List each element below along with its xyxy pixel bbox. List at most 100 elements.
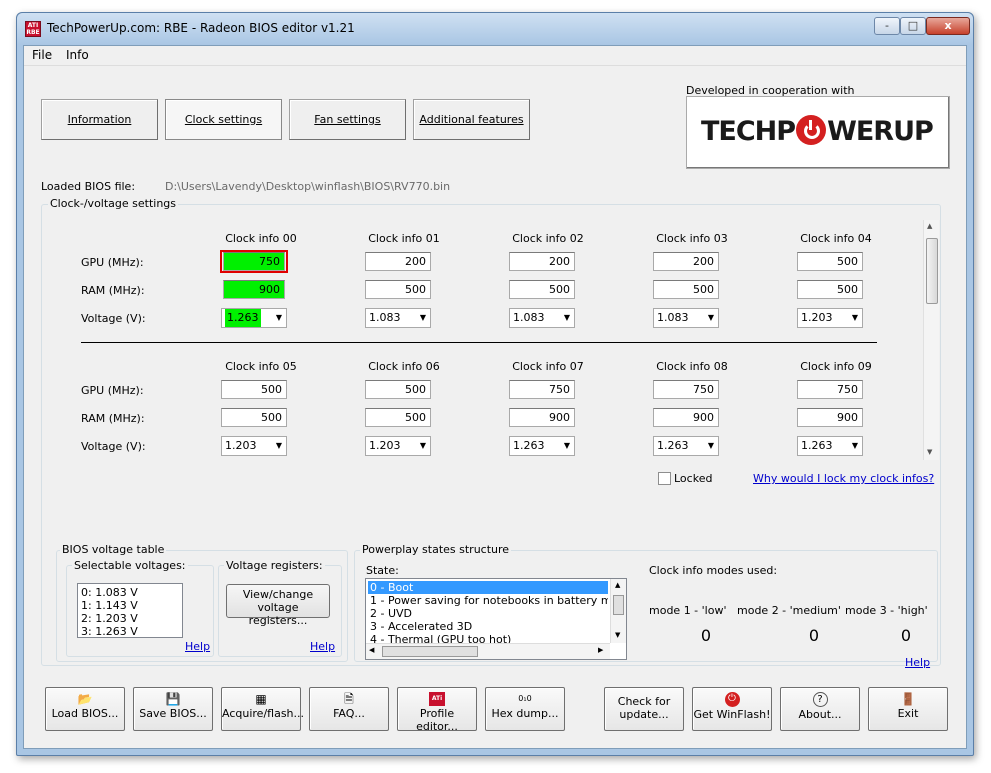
faq-button[interactable]: 🗎 FAQ...	[309, 687, 389, 731]
lock-help-link[interactable]: Why would I lock my clock infos?	[753, 472, 934, 485]
menu-file[interactable]: File	[32, 48, 52, 62]
view-change-voltage-registers-button[interactable]: View/change voltage registers...	[226, 584, 330, 627]
clock-info-01-gpu-input[interactable]: 200	[365, 252, 431, 271]
clock-info-03-gpu-input[interactable]: 200	[653, 252, 719, 271]
power-icon	[796, 115, 827, 145]
mode-1-value: 0	[700, 626, 712, 645]
clock-info-07-ram-input[interactable]: 900	[509, 408, 575, 427]
clock-info-02-voltage-select[interactable]: 1.083 ▼	[509, 308, 575, 328]
clock-info-06-voltage-select[interactable]: 1.203 ▼	[365, 436, 431, 456]
clock-info-08-voltage-select[interactable]: 1.263 ▼	[653, 436, 719, 456]
maximize-icon: □	[907, 19, 919, 32]
clock-info-01-voltage-select[interactable]: 1.083 ▼	[365, 308, 431, 328]
clock-infos-scrollbar[interactable]: ▲ ▼	[923, 220, 939, 460]
minimize-icon: -	[885, 19, 889, 32]
clock-info-07-voltage-select[interactable]: 1.263 ▼	[509, 436, 575, 456]
list-item[interactable]: 2 - UVD	[368, 607, 608, 620]
clock-info-09-header: Clock info 09	[800, 360, 872, 373]
clock-info-06-header: Clock info 06	[368, 360, 440, 373]
tab-clock-settings[interactable]: Clock settings	[165, 99, 282, 140]
exit-button[interactable]: 🚪 Exit	[868, 687, 948, 731]
bios-file-label: Loaded BIOS file:	[41, 180, 136, 193]
list-item[interactable]: 1 - Power saving for notebooks in batter…	[368, 594, 608, 607]
scroll-right-icon[interactable]: ▶	[598, 646, 603, 654]
clock-info-09-voltage-select[interactable]: 1.263 ▼	[797, 436, 863, 456]
voltage-label-row2: Voltage (V):	[81, 440, 146, 453]
gpu-label-row2: GPU (MHz):	[81, 384, 144, 397]
powerplay-states-list[interactable]: 0 - Boot 1 - Power saving for notebooks …	[365, 578, 627, 660]
load-bios-button[interactable]: 📂 Load BIOS...	[45, 687, 125, 731]
scroll-down-icon[interactable]: ▼	[615, 631, 620, 639]
dropdown-arrow-icon: ▼	[419, 441, 426, 450]
powerplay-help-link[interactable]: Help	[905, 656, 930, 669]
acquire-flash-button[interactable]: ▦ Acquire/flash...	[221, 687, 304, 731]
clock-info-04-voltage-select[interactable]: 1.203 ▼	[797, 308, 863, 328]
check-for-update-button[interactable]: Check for update...	[604, 687, 684, 731]
clock-info-06-ram-input[interactable]: 500	[365, 408, 431, 427]
list-item[interactable]: 3: 1.263 V	[81, 625, 179, 638]
clock-info-07-gpu-input[interactable]: 750	[509, 380, 575, 399]
voltage-registers-help-link[interactable]: Help	[310, 640, 335, 653]
dropdown-arrow-icon: ▼	[419, 313, 426, 322]
dropdown-arrow-icon: ▼	[851, 313, 858, 322]
tab-fan-settings[interactable]: Fan settings	[289, 99, 406, 140]
clock-info-03-voltage-select[interactable]: 1.083 ▼	[653, 308, 719, 328]
clock-info-09-gpu-input[interactable]: 750	[797, 380, 863, 399]
floppy-disk-icon: 💾	[165, 692, 181, 706]
scroll-down-icon[interactable]: ▼	[927, 448, 932, 456]
list-item-selected[interactable]: 0 - Boot	[368, 581, 608, 594]
get-winflash-button[interactable]: ⏻ Get WinFlash!	[692, 687, 772, 731]
clock-info-09-ram-input[interactable]: 900	[797, 408, 863, 427]
scrollbar-thumb[interactable]	[926, 238, 938, 304]
scrollbar-thumb[interactable]	[613, 595, 624, 615]
menu-info[interactable]: Info	[66, 48, 89, 62]
clock-info-03-ram-input[interactable]: 500	[653, 280, 719, 299]
about-button[interactable]: ? About...	[780, 687, 860, 731]
tab-additional-features[interactable]: Additional features	[413, 99, 530, 140]
dropdown-arrow-icon: ▼	[563, 313, 570, 322]
clock-info-04-ram-input[interactable]: 500	[797, 280, 863, 299]
clock-info-00-voltage-select[interactable]: 1.263 ▼	[221, 308, 287, 328]
dropdown-arrow-icon: ▼	[275, 313, 282, 322]
clock-info-02-header: Clock info 02	[512, 232, 584, 245]
list-item[interactable]: 1: 1.143 V	[81, 599, 179, 612]
states-vertical-scrollbar[interactable]: ▲ ▼	[610, 579, 626, 643]
voltage-label-row1: Voltage (V):	[81, 312, 146, 325]
scroll-up-icon[interactable]: ▲	[927, 222, 932, 230]
tab-information[interactable]: Information	[41, 99, 158, 140]
clock-info-06-gpu-input[interactable]: 500	[365, 380, 431, 399]
clock-info-08-ram-input[interactable]: 900	[653, 408, 719, 427]
hex-dump-button[interactable]: 0₁0 Hex dump...	[485, 687, 565, 731]
clock-info-05-ram-input[interactable]: 500	[221, 408, 287, 427]
list-item[interactable]: 0: 1.083 V	[81, 586, 179, 599]
dropdown-arrow-icon: ▼	[563, 441, 570, 450]
scroll-up-icon[interactable]: ▲	[615, 581, 620, 589]
clock-info-05-voltage-select[interactable]: 1.203 ▼	[221, 436, 287, 456]
clock-info-00-gpu-input[interactable]: 750	[223, 252, 285, 271]
profile-editor-button[interactable]: ATi Profile editor...	[397, 687, 477, 733]
clock-info-05-gpu-input[interactable]: 500	[221, 380, 287, 399]
locked-checkbox[interactable]	[658, 472, 671, 485]
list-item[interactable]: 2: 1.203 V	[81, 612, 179, 625]
scroll-left-icon[interactable]: ◀	[369, 646, 374, 654]
minimize-button[interactable]: -	[874, 17, 900, 35]
clock-info-02-ram-input[interactable]: 500	[509, 280, 575, 299]
save-bios-button[interactable]: 💾 Save BIOS...	[133, 687, 213, 731]
selectable-voltages-help-link[interactable]: Help	[185, 640, 210, 653]
clock-info-00-ram-input[interactable]: 900	[223, 280, 285, 299]
clock-info-05-header: Clock info 05	[225, 360, 297, 373]
chip-icon: ▦	[255, 692, 267, 706]
clock-info-02-gpu-input[interactable]: 200	[509, 252, 575, 271]
selectable-voltages-list[interactable]: 0: 1.083 V 1: 1.143 V 2: 1.203 V 3: 1.26…	[77, 583, 183, 638]
title-bar[interactable]: ATI RBE TechPowerUp.com: RBE - Radeon BIO…	[17, 13, 973, 45]
selectable-voltages-title: Selectable voltages:	[72, 559, 188, 572]
clock-info-08-gpu-input[interactable]: 750	[653, 380, 719, 399]
close-button[interactable]: x	[926, 17, 970, 35]
maximize-button[interactable]: □	[900, 17, 926, 35]
states-horizontal-scrollbar[interactable]: ◀ ▶	[366, 643, 610, 659]
list-item[interactable]: 3 - Accelerated 3D	[368, 620, 608, 633]
clock-info-01-ram-input[interactable]: 500	[365, 280, 431, 299]
clock-info-04-gpu-input[interactable]: 500	[797, 252, 863, 271]
scrollbar-thumb[interactable]	[382, 646, 478, 657]
techpowerup-logo[interactable]: TECHP WERUP	[686, 96, 950, 169]
